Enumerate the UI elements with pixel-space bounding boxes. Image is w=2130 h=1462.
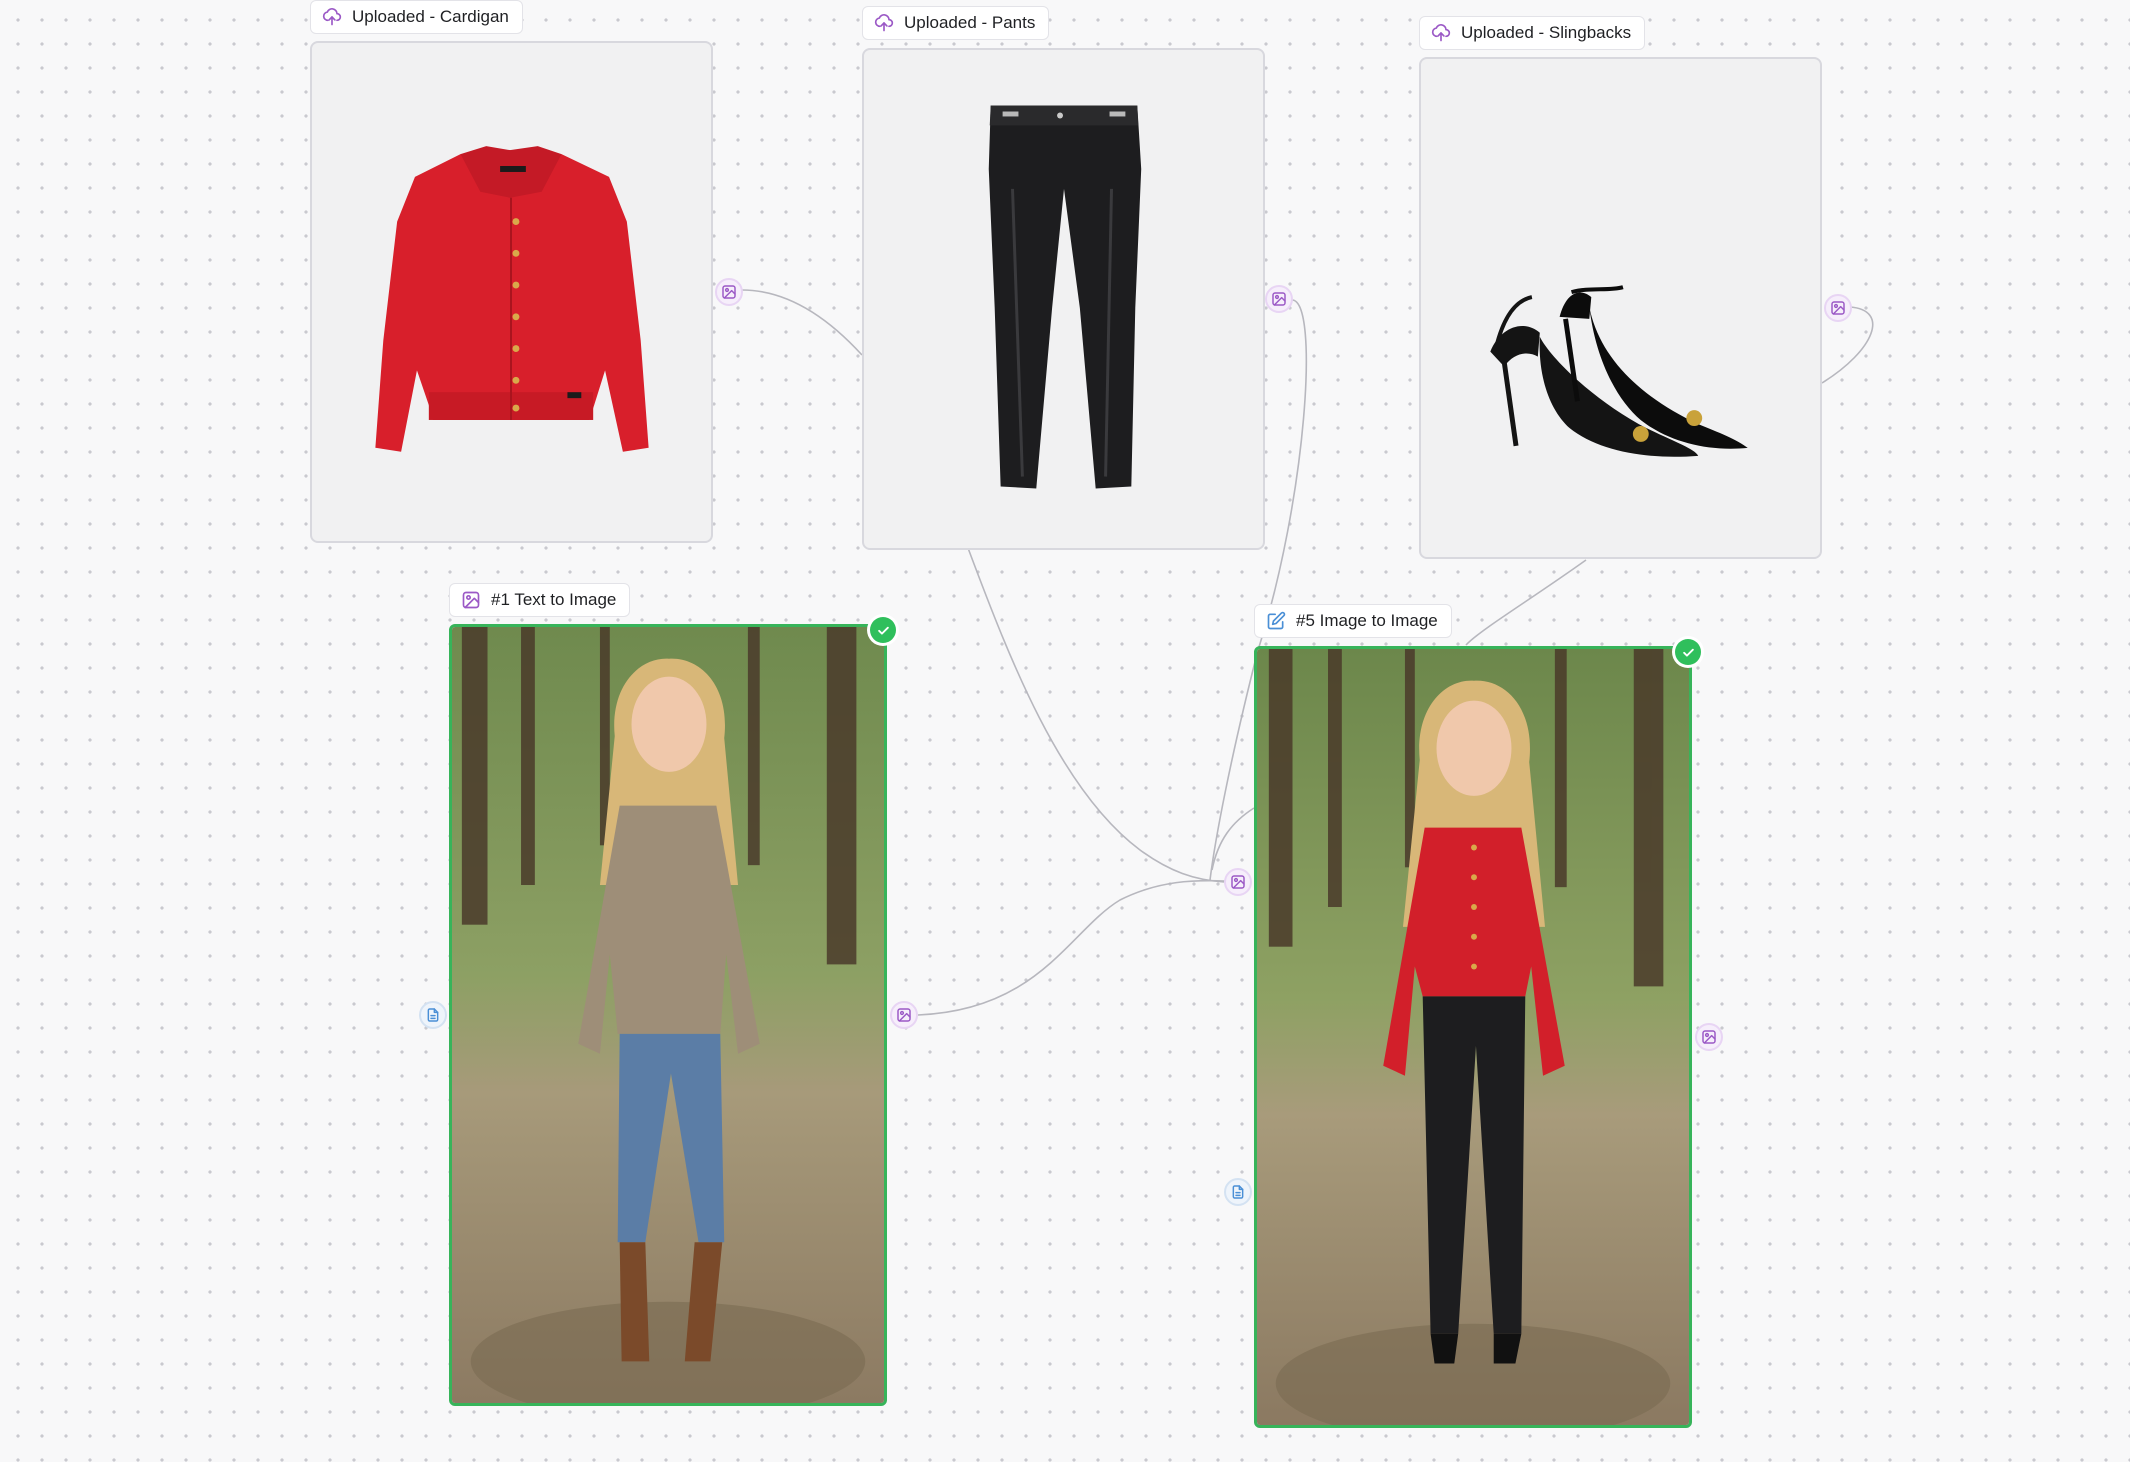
node-title: #1 Text to Image — [491, 590, 617, 609]
cardigan-image — [375, 146, 649, 452]
node-title: Uploaded - Cardigan — [352, 7, 509, 26]
image-output-port[interactable] — [1265, 285, 1293, 313]
node-label-text-to-image[interactable]: #1 Text to Image — [449, 583, 631, 617]
image-icon — [897, 1008, 911, 1022]
image-icon — [1831, 301, 1845, 315]
text-input-port[interactable] — [419, 1001, 447, 1029]
document-icon — [1232, 1185, 1244, 1199]
upload-cloud-icon — [874, 14, 894, 32]
wire-t2i-to-i2i — [917, 879, 1226, 1016]
image-icon — [722, 285, 736, 299]
image-output-port[interactable] — [1824, 294, 1852, 322]
node-title: Uploaded - Slingbacks — [1461, 23, 1632, 42]
node-label-pants[interactable]: Uploaded - Pants — [862, 6, 1050, 40]
image-icon — [1272, 292, 1286, 306]
image-output-port[interactable] — [1695, 1023, 1723, 1051]
wire-i2i-left — [1211, 807, 1255, 871]
node-title: Uploaded - Pants — [904, 13, 1036, 32]
node-label-cardigan[interactable]: Uploaded - Cardigan — [310, 0, 523, 34]
pants-image — [988, 105, 1142, 489]
image-input-port[interactable] — [1224, 868, 1252, 896]
completed-check-icon — [1675, 639, 1701, 665]
generated-node-text-to-image[interactable] — [449, 624, 887, 1406]
completed-check-icon — [870, 617, 896, 643]
image-icon — [1702, 1030, 1716, 1044]
generated-image-woman-sweater-jeans — [452, 627, 884, 1403]
image-icon — [462, 591, 480, 609]
document-icon — [427, 1008, 439, 1022]
upload-cloud-icon — [1431, 24, 1451, 42]
image-icon — [1231, 875, 1245, 889]
edit-icon — [1267, 611, 1286, 630]
image-node-slingbacks[interactable] — [1419, 57, 1822, 559]
upload-cloud-icon — [322, 8, 342, 26]
generated-node-image-to-image[interactable] — [1254, 646, 1692, 1428]
image-node-pants[interactable] — [862, 48, 1265, 550]
wire-pants-bottom-to-i2i — [967, 547, 1225, 883]
node-title: #5 Image to Image — [1296, 611, 1438, 630]
wire-cardigan-to-pants — [741, 289, 863, 356]
image-output-port[interactable] — [715, 278, 743, 306]
node-label-image-to-image[interactable]: #5 Image to Image — [1254, 604, 1452, 638]
wire-slingbacks-to-i2i — [1465, 559, 1587, 646]
slingbacks-image — [1490, 285, 1748, 457]
node-label-slingbacks[interactable]: Uploaded - Slingbacks — [1419, 16, 1646, 50]
image-node-cardigan[interactable] — [310, 41, 713, 543]
image-output-port[interactable] — [890, 1001, 918, 1029]
text-input-port[interactable] — [1224, 1178, 1252, 1206]
generated-image-woman-red-cardigan-leather-pants — [1257, 649, 1689, 1425]
